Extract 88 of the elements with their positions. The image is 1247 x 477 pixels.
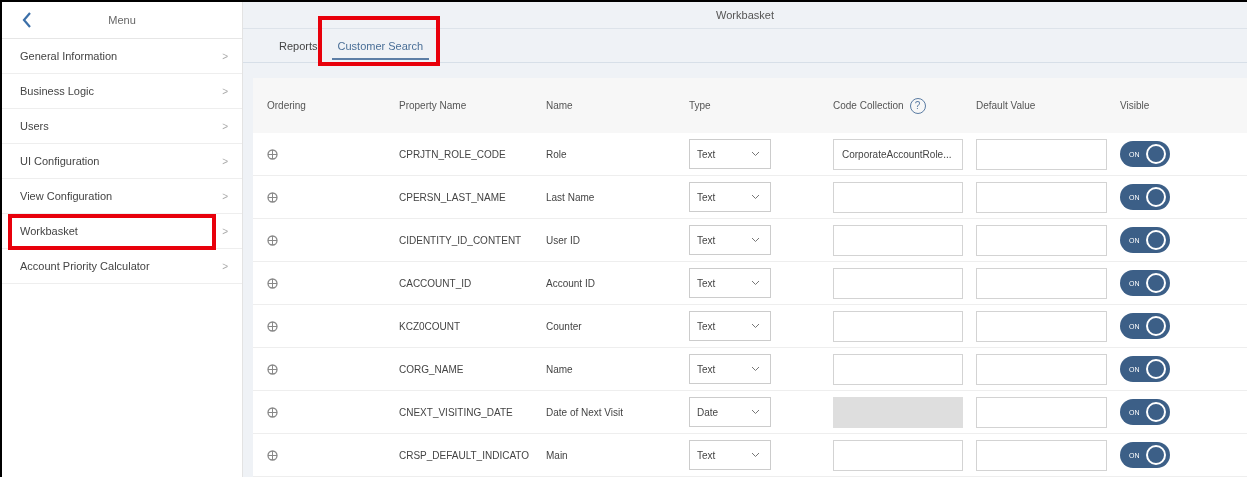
drag-handle-icon[interactable] xyxy=(267,277,278,289)
caret-icon xyxy=(751,409,760,415)
property-name: CNEXT_VISITING_DATE xyxy=(399,406,513,418)
property-name: CPRJTN_ROLE_CODE xyxy=(399,148,506,160)
default-value-field[interactable] xyxy=(976,310,1107,342)
code-collection-field[interactable] xyxy=(833,439,963,471)
field-name: User ID xyxy=(546,234,580,246)
menu-item[interactable]: UI Configuration > xyxy=(2,144,242,179)
default-value-field[interactable] xyxy=(976,396,1107,428)
property-name: CORG_NAME xyxy=(399,363,464,375)
type-dropdown[interactable]: Text xyxy=(689,440,771,470)
chevron-icon: > xyxy=(222,225,228,237)
property-name: CRSP_DEFAULT_INDICATO xyxy=(399,449,530,461)
chevron-icon: > xyxy=(222,190,228,202)
code-collection-field[interactable] xyxy=(833,267,963,299)
caret-icon xyxy=(751,366,760,372)
chevron-icon: > xyxy=(222,85,228,97)
menu-item[interactable]: Account Priority Calculator > xyxy=(2,249,242,284)
default-value-field[interactable] xyxy=(976,138,1107,170)
tab[interactable]: Customer Search xyxy=(331,31,430,60)
field-name: Name xyxy=(546,363,573,375)
drag-handle-icon[interactable] xyxy=(267,234,278,246)
column-header: Property Name xyxy=(399,100,467,111)
default-value-field[interactable] xyxy=(976,267,1107,299)
field-name: Account ID xyxy=(546,277,595,289)
menu-item-label: General Information xyxy=(20,50,118,62)
menu-item-label: View Configuration xyxy=(20,190,113,202)
drag-handle-icon[interactable] xyxy=(267,148,278,160)
type-dropdown[interactable]: Text xyxy=(689,139,771,169)
code-collection-field[interactable] xyxy=(833,310,963,342)
default-value-field[interactable] xyxy=(976,181,1107,213)
type-dropdown[interactable]: Text xyxy=(689,268,771,298)
field-name: Main xyxy=(546,449,568,461)
menu-item[interactable]: View Configuration > xyxy=(2,179,242,214)
field-name: Last Name xyxy=(546,191,595,203)
menu-item[interactable]: Business Logic > xyxy=(2,74,242,109)
menu-item[interactable]: General Information > xyxy=(2,39,242,74)
drag-handle-icon[interactable] xyxy=(267,191,278,203)
column-header: Code Collection xyxy=(833,100,904,111)
code-collection-field[interactable] xyxy=(833,224,963,256)
chevron-icon: > xyxy=(222,120,228,132)
column-header: Type xyxy=(689,100,711,111)
caret-icon xyxy=(751,237,760,243)
default-value-field[interactable] xyxy=(976,224,1107,256)
field-name: Counter xyxy=(546,320,582,332)
caret-icon xyxy=(751,452,760,458)
menu-item-label: Account Priority Calculator xyxy=(20,260,150,272)
code-collection-field[interactable]: CorporateAccountRole... xyxy=(833,138,963,170)
drag-handle-icon[interactable] xyxy=(267,406,278,418)
column-header: Name xyxy=(546,100,573,111)
caret-icon xyxy=(751,323,760,329)
type-dropdown[interactable]: Text xyxy=(689,225,771,255)
drag-handle-icon[interactable] xyxy=(267,363,278,375)
code-collection-field[interactable] xyxy=(833,353,963,385)
menu-item[interactable]: Users > xyxy=(2,109,242,144)
chevron-icon: > xyxy=(222,155,228,167)
field-name: Role xyxy=(546,148,567,160)
property-name: KCZ0COUNT xyxy=(399,320,461,332)
caret-icon xyxy=(751,151,760,157)
type-dropdown[interactable]: Text xyxy=(689,354,771,384)
column-header: Default Value xyxy=(976,100,1036,111)
caret-icon xyxy=(751,194,760,200)
drag-handle-icon[interactable] xyxy=(267,320,278,332)
menu-item[interactable]: Workbasket > xyxy=(2,214,242,249)
menu-title: Menu xyxy=(107,14,137,26)
back-icon[interactable] xyxy=(22,12,32,28)
code-collection-field[interactable] xyxy=(833,181,963,213)
tab[interactable]: Reports xyxy=(273,31,324,60)
property-name: CIDENTITY_ID_CONTENT xyxy=(399,234,522,246)
column-header: Visible xyxy=(1120,100,1150,111)
chevron-icon: > xyxy=(222,260,228,272)
type-dropdown[interactable]: Text xyxy=(689,182,771,212)
menu-item-label: Workbasket xyxy=(20,225,78,237)
property-name: CPERSN_LAST_NAME xyxy=(399,191,506,203)
page-title: Workbasket xyxy=(716,9,774,22)
column-header: Ordering xyxy=(267,100,306,111)
menu-item-label: Business Logic xyxy=(20,85,94,97)
field-name: Date of Next Visit xyxy=(546,406,624,418)
caret-icon xyxy=(751,280,760,286)
drag-handle-icon[interactable] xyxy=(267,449,278,461)
menu-item-label: Users xyxy=(20,120,49,132)
default-value-field[interactable] xyxy=(976,439,1107,471)
type-dropdown[interactable]: Date xyxy=(689,397,771,427)
default-value-field[interactable] xyxy=(976,353,1107,385)
chevron-icon: > xyxy=(222,50,228,62)
type-dropdown[interactable]: Text xyxy=(689,311,771,341)
property-name: CACCOUNT_ID xyxy=(399,277,472,289)
menu-item-label: UI Configuration xyxy=(20,155,100,167)
